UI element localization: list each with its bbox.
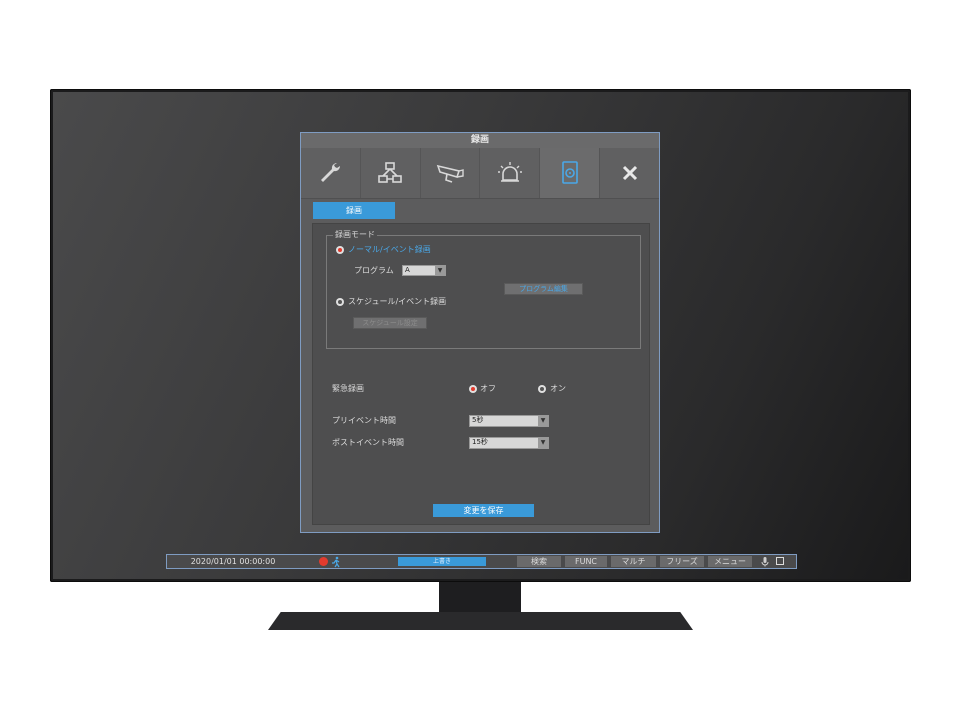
- post-event-select[interactable]: 15秒 ▼: [469, 437, 549, 449]
- pre-event-value: 5秒: [472, 416, 484, 424]
- program-select-value: A: [405, 266, 410, 274]
- schedule-event-label: スケジュール/イベント録画: [348, 297, 447, 306]
- pre-event-label: プリイベント時間: [332, 416, 396, 425]
- wrench-icon: [321, 162, 341, 182]
- normal-event-radio[interactable]: [336, 246, 344, 254]
- post-event-value: 15秒: [472, 438, 488, 446]
- dialog-title: 録画: [301, 133, 659, 148]
- network-icon: [378, 162, 403, 183]
- record-mode-group: 録画モード ノーマル/イベント録画 プログラム A ▼ プログラム編集 スケジュ…: [326, 230, 641, 349]
- chevron-down-icon: ▼: [435, 266, 445, 275]
- status-bar: 2020/01/01 00:00:00 上書き 検索 FUNC マルチ フリーズ…: [166, 554, 797, 569]
- monitor-stand-neck: [439, 582, 521, 614]
- save-changes-button[interactable]: 変更を保存: [433, 504, 534, 517]
- program-select[interactable]: A ▼: [402, 265, 446, 276]
- emergency-on-label: オン: [550, 384, 566, 393]
- monitor-screen: 録画 録画 録画モード ノーマル/イベント録画 プログラム A ▼ プログラム編…: [53, 92, 908, 579]
- tab-event[interactable]: [480, 148, 541, 198]
- mic-icon[interactable]: [759, 556, 771, 567]
- pre-event-select[interactable]: 5秒 ▼: [469, 415, 549, 427]
- search-button[interactable]: 検索: [517, 556, 561, 567]
- tab-storage[interactable]: [540, 148, 601, 198]
- subtab-record[interactable]: 録画: [313, 202, 395, 219]
- storage-icon: [561, 161, 578, 184]
- chevron-down-icon: ▼: [538, 416, 548, 426]
- monitor-stand-base: [268, 612, 693, 630]
- camera-icon: [436, 164, 464, 183]
- chevron-down-icon: ▼: [538, 438, 548, 448]
- schedule-event-radio[interactable]: [336, 298, 344, 306]
- tab-close[interactable]: [600, 148, 659, 198]
- post-event-label: ポストイベント時間: [332, 438, 404, 447]
- tab-system[interactable]: [301, 148, 361, 198]
- motion-icon: [332, 556, 340, 567]
- record-mode-legend: 録画モード: [333, 230, 377, 240]
- freeze-button[interactable]: フリーズ: [660, 556, 704, 567]
- record-settings-panel: 録画モード ノーマル/イベント録画 プログラム A ▼ プログラム編集 スケジュ…: [312, 223, 650, 525]
- emergency-on-radio[interactable]: [538, 385, 546, 393]
- recording-settings-dialog: 録画 録画 録画モード ノーマル/イベント録画 プログラム A ▼ プログラム編…: [300, 132, 660, 533]
- multi-button[interactable]: マルチ: [611, 556, 656, 567]
- checkbox-toggle[interactable]: [776, 557, 784, 565]
- close-icon: [622, 165, 637, 181]
- alarm-icon: [497, 162, 522, 182]
- emergency-record-label: 緊急録画: [332, 384, 364, 393]
- func-button[interactable]: FUNC: [565, 556, 607, 567]
- record-indicator-icon: [319, 557, 328, 566]
- tab-network[interactable]: [361, 148, 421, 198]
- program-edit-button[interactable]: プログラム編集: [504, 283, 583, 295]
- datetime-display: 2020/01/01 00:00:00: [190, 557, 276, 566]
- emergency-off-label: オフ: [480, 384, 496, 393]
- schedule-setting-button[interactable]: スケジュール設定: [353, 317, 427, 329]
- emergency-off-radio[interactable]: [469, 385, 477, 393]
- settings-tab-bar: [301, 148, 659, 199]
- normal-event-label: ノーマル/イベント録画: [348, 245, 431, 254]
- overwrite-progress-bar: 上書き: [398, 557, 486, 566]
- tab-camera[interactable]: [421, 148, 481, 198]
- program-label: プログラム: [354, 266, 394, 275]
- menu-button[interactable]: メニュー: [708, 556, 752, 567]
